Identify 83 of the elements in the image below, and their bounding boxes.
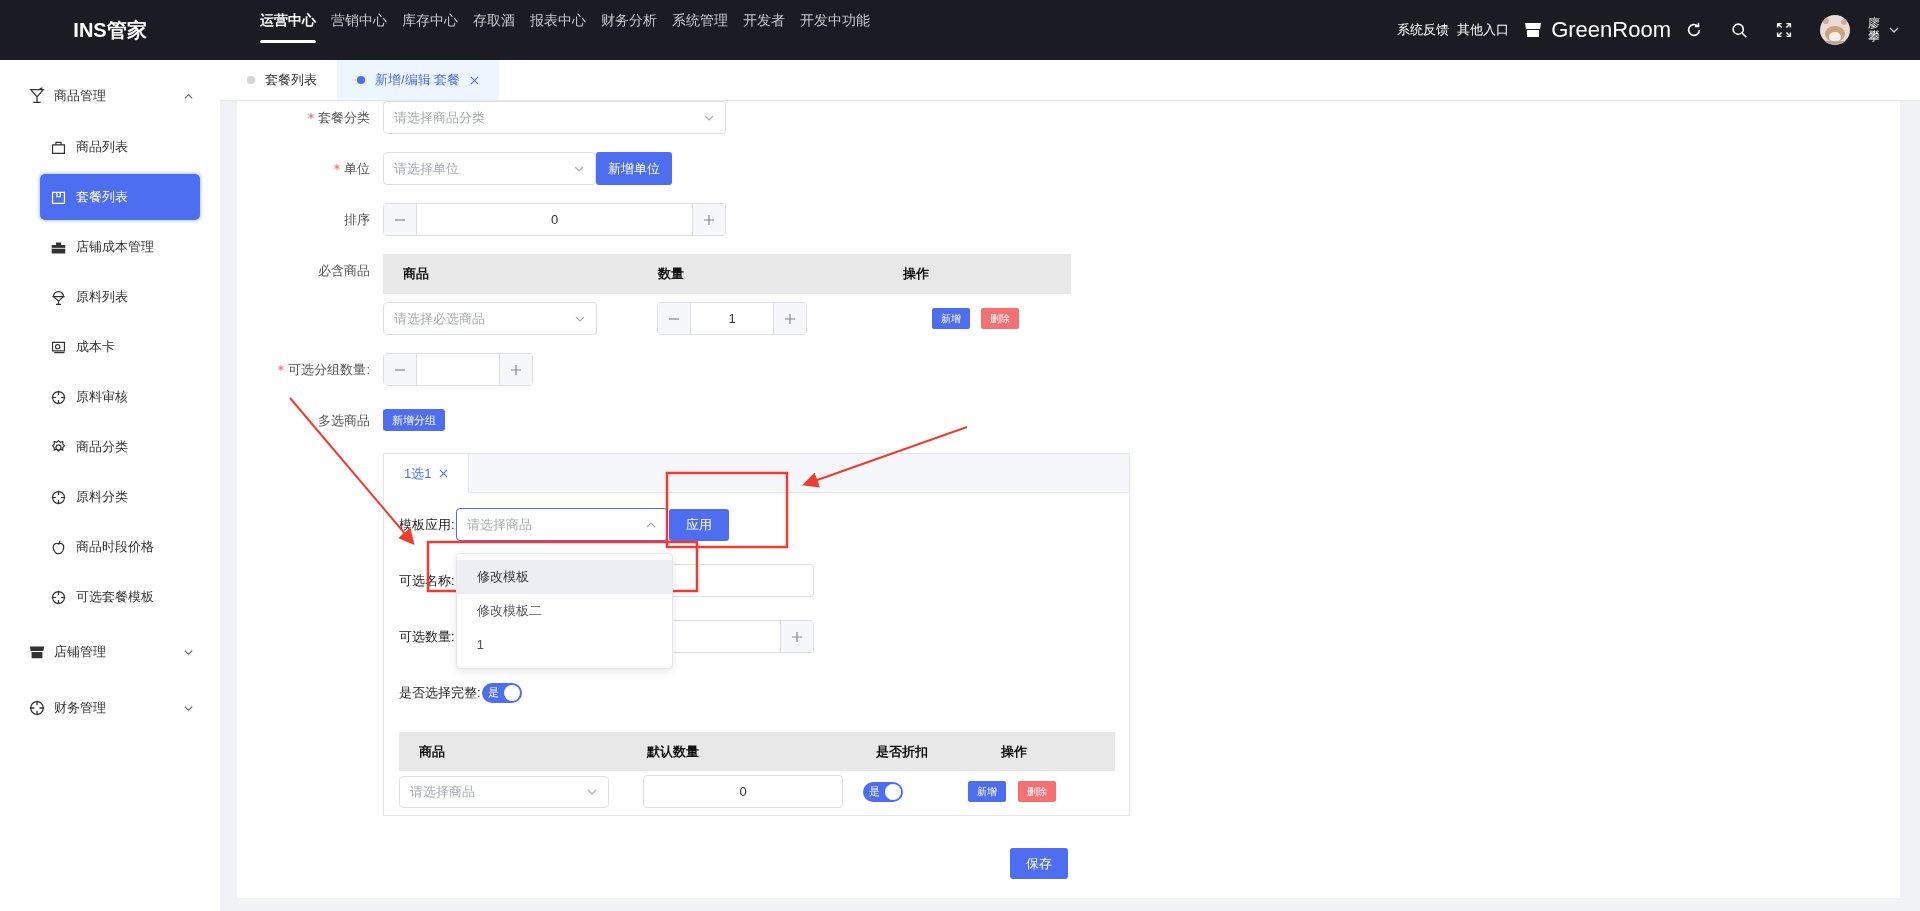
column-header: 商品: [403, 265, 430, 283]
crosshair-icon: [28, 699, 46, 717]
quantity-field[interactable]: 0: [643, 775, 843, 808]
add-button[interactable]: 新增: [968, 781, 1006, 802]
number-field[interactable]: 1: [657, 302, 807, 335]
dropdown-option[interactable]: 修改模板: [456, 560, 672, 594]
nav-tab[interactable]: 运营中心: [260, 0, 316, 60]
page-tab[interactable]: 新增/编辑 套餐: [337, 60, 500, 100]
sidebar-group[interactable]: 商品管理: [0, 68, 220, 124]
required-icon: [278, 364, 285, 371]
sidebar-item[interactable]: 原料分类: [40, 474, 200, 520]
sidebar-item[interactable]: 店铺成本管理: [40, 224, 200, 270]
column-header: 商品: [419, 742, 446, 761]
apple-icon: [50, 538, 67, 556]
sidebar-item[interactable]: 商品时段价格: [40, 524, 200, 570]
header-link[interactable]: 其他入口: [1457, 21, 1510, 39]
column-header: 是否折扣: [876, 742, 929, 761]
nav-tab[interactable]: 开发者: [743, 0, 785, 60]
sidebar-item[interactable]: 原料审核: [40, 374, 200, 420]
column-header: 数量: [658, 265, 685, 283]
column-header: 默认数量: [647, 742, 700, 761]
sidebar-item[interactable]: 成本卡: [40, 324, 200, 370]
field-label: 可选分组数量:: [288, 361, 370, 379]
nav-tab[interactable]: 系统管理: [672, 0, 728, 60]
field-label: 可选数量:: [399, 627, 455, 646]
column-header: 操作: [903, 265, 929, 283]
sidebar-item[interactable]: 套餐列表: [40, 174, 200, 220]
required-icon: [308, 112, 314, 119]
close-icon[interactable]: [439, 469, 449, 478]
user-name[interactable]: 廖攀: [1868, 16, 1880, 44]
app-logo: INS管家: [72, 17, 148, 43]
add-unit-button[interactable]: 新增单位: [596, 152, 672, 185]
dropdown-option[interactable]: 1: [456, 628, 672, 662]
field-label: 模板应用:: [399, 515, 455, 534]
dot-icon: [247, 76, 255, 84]
dot-icon: [357, 76, 365, 84]
number-field[interactable]: [383, 353, 533, 386]
plus-icon[interactable]: [703, 213, 715, 226]
field-label: 单位: [344, 160, 370, 178]
nav-tab[interactable]: 存取酒: [473, 0, 515, 60]
plus-icon[interactable]: [784, 312, 796, 325]
nav-tab[interactable]: 财务分析: [601, 0, 657, 60]
crosshair-icon: [50, 588, 67, 606]
nav-tab[interactable]: 营销中心: [331, 0, 387, 60]
cocktail-icon: [28, 87, 46, 105]
sidebar-group[interactable]: 店铺管理: [0, 624, 220, 680]
dropdown-option[interactable]: 修改模板二: [456, 594, 672, 628]
save-button[interactable]: 保存: [1010, 848, 1068, 879]
field-label: 必含商品: [318, 262, 370, 280]
sidebar-group[interactable]: 财务管理: [0, 680, 220, 736]
sidebar-item[interactable]: 可选套餐模板: [40, 574, 200, 620]
ice-cream-icon: [50, 288, 67, 306]
sidebar-item[interactable]: 原料列表: [40, 274, 200, 320]
sidebar-item[interactable]: 商品列表: [40, 124, 200, 170]
nav-tab[interactable]: 库存中心: [402, 0, 458, 60]
field-label: 排序: [344, 211, 370, 229]
store-icon: [1523, 20, 1544, 40]
close-icon[interactable]: [470, 75, 480, 85]
store-name: GreenRoom: [1551, 17, 1671, 43]
nav-tab[interactable]: 报表中心: [530, 0, 586, 60]
number-field[interactable]: 0: [383, 203, 726, 236]
toggle-switch[interactable]: 是: [863, 781, 903, 802]
fullscreen-icon[interactable]: [1776, 22, 1792, 38]
sidebar-item[interactable]: 商品分类: [40, 424, 200, 470]
add-group-button[interactable]: 新增分组: [383, 409, 445, 431]
add-button[interactable]: 新增: [932, 308, 970, 329]
group-tab[interactable]: 1选1: [384, 454, 470, 493]
field-label: 多选商品: [318, 412, 370, 430]
field-label: 是否选择完整:: [399, 683, 481, 702]
search-icon[interactable]: [1731, 21, 1748, 39]
plus-icon[interactable]: [790, 630, 803, 643]
crosshair-icon: [50, 488, 67, 506]
field-label: 套餐分类: [318, 109, 370, 127]
page-tab[interactable]: 套餐列表: [237, 60, 337, 100]
toggle-switch[interactable]: 是: [481, 682, 522, 703]
column-header: 操作: [1001, 742, 1027, 761]
required-icon: [334, 163, 340, 170]
crosshair-icon: [50, 388, 67, 406]
nav-tab[interactable]: 开发中功能: [800, 0, 870, 60]
refresh-icon[interactable]: [1685, 21, 1703, 39]
header-link[interactable]: 系统反馈: [1397, 21, 1450, 39]
apply-button[interactable]: 应用: [668, 508, 729, 541]
plus-icon[interactable]: [510, 363, 522, 376]
